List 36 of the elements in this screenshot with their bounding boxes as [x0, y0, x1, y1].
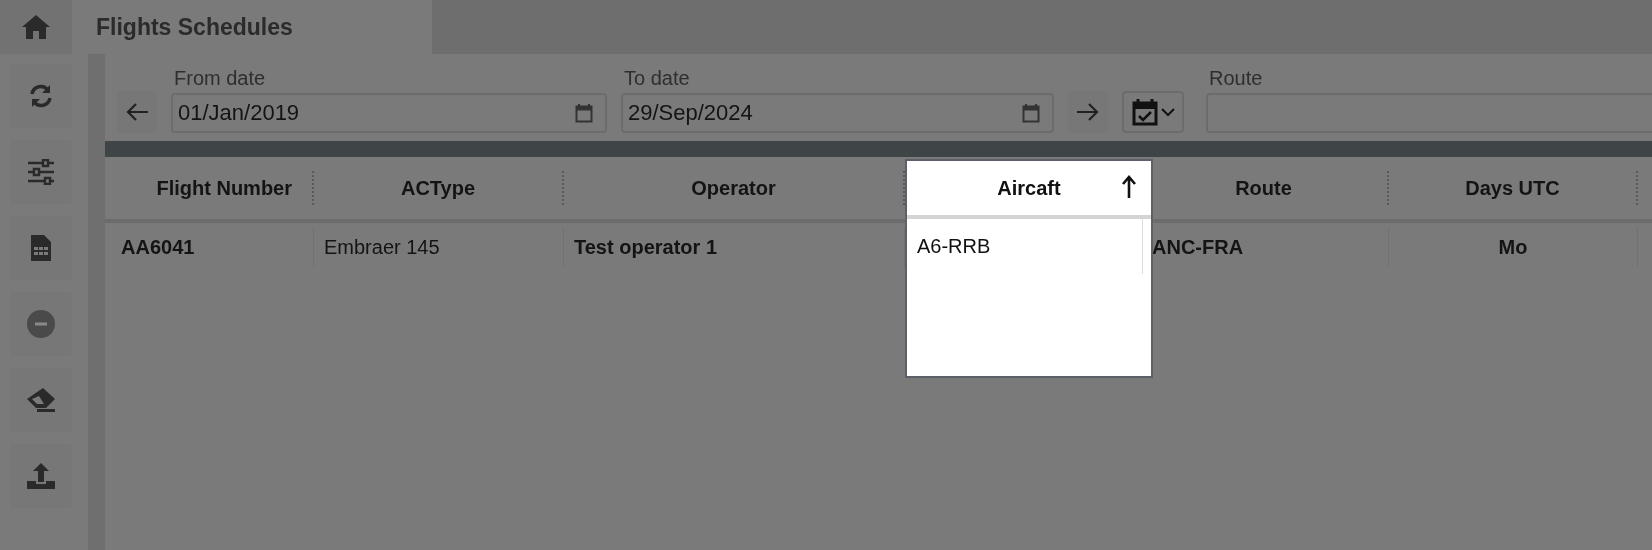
- date-field[interactable]: 29/Sep/2024: [621, 93, 1054, 133]
- field-label: To date: [623, 67, 691, 90]
- refresh-icon: [28, 83, 54, 109]
- minus-circle-icon: [27, 310, 55, 338]
- field-label: From date: [173, 67, 267, 90]
- table-cell: A6-RRB: [907, 219, 1143, 274]
- sort-ascending-icon[interactable]: [1121, 175, 1137, 199]
- arrow-left-icon: [125, 102, 149, 122]
- table-cell: Mo: [1498, 235, 1528, 259]
- home-button[interactable]: [0, 0, 72, 54]
- field-label: Route: [1208, 67, 1264, 90]
- column-header[interactable]: Route: [1235, 176, 1292, 200]
- column-header[interactable]: ACType: [400, 176, 476, 200]
- table-cell: Test operator 1: [574, 235, 717, 259]
- home-icon: [21, 14, 51, 40]
- date-field[interactable]: 01/Jan/2019: [171, 93, 607, 133]
- calendar-check-icon: [1131, 98, 1158, 126]
- arrow-right-icon: [1076, 102, 1100, 122]
- table-cell: ANC-FRA: [1152, 235, 1244, 259]
- spreadsheet-icon: [30, 234, 52, 262]
- column-header[interactable]: Operator: [691, 176, 776, 200]
- table-cell: Embraer 145: [324, 235, 440, 259]
- upload-icon: [27, 462, 55, 490]
- eraser-icon: [26, 387, 56, 413]
- caret-icon: [1160, 107, 1175, 117]
- column-header[interactable]: Flight Number: [156, 176, 292, 200]
- column-header[interactable]: Days UTC: [1465, 176, 1560, 200]
- date-preset-dropdown[interactable]: [1122, 91, 1184, 133]
- table-cell: AA6041: [121, 235, 195, 259]
- column-header: Aircaft: [997, 176, 1061, 200]
- dragged-column[interactable]: Aircaft A6-RRB: [905, 159, 1153, 378]
- calendar-icon: [1022, 103, 1040, 123]
- page-tab[interactable]: Flights Schedules: [72, 0, 432, 54]
- sliders-icon: [27, 159, 55, 185]
- calendar-icon: [575, 103, 593, 123]
- scrollbar[interactable]: [88, 54, 105, 550]
